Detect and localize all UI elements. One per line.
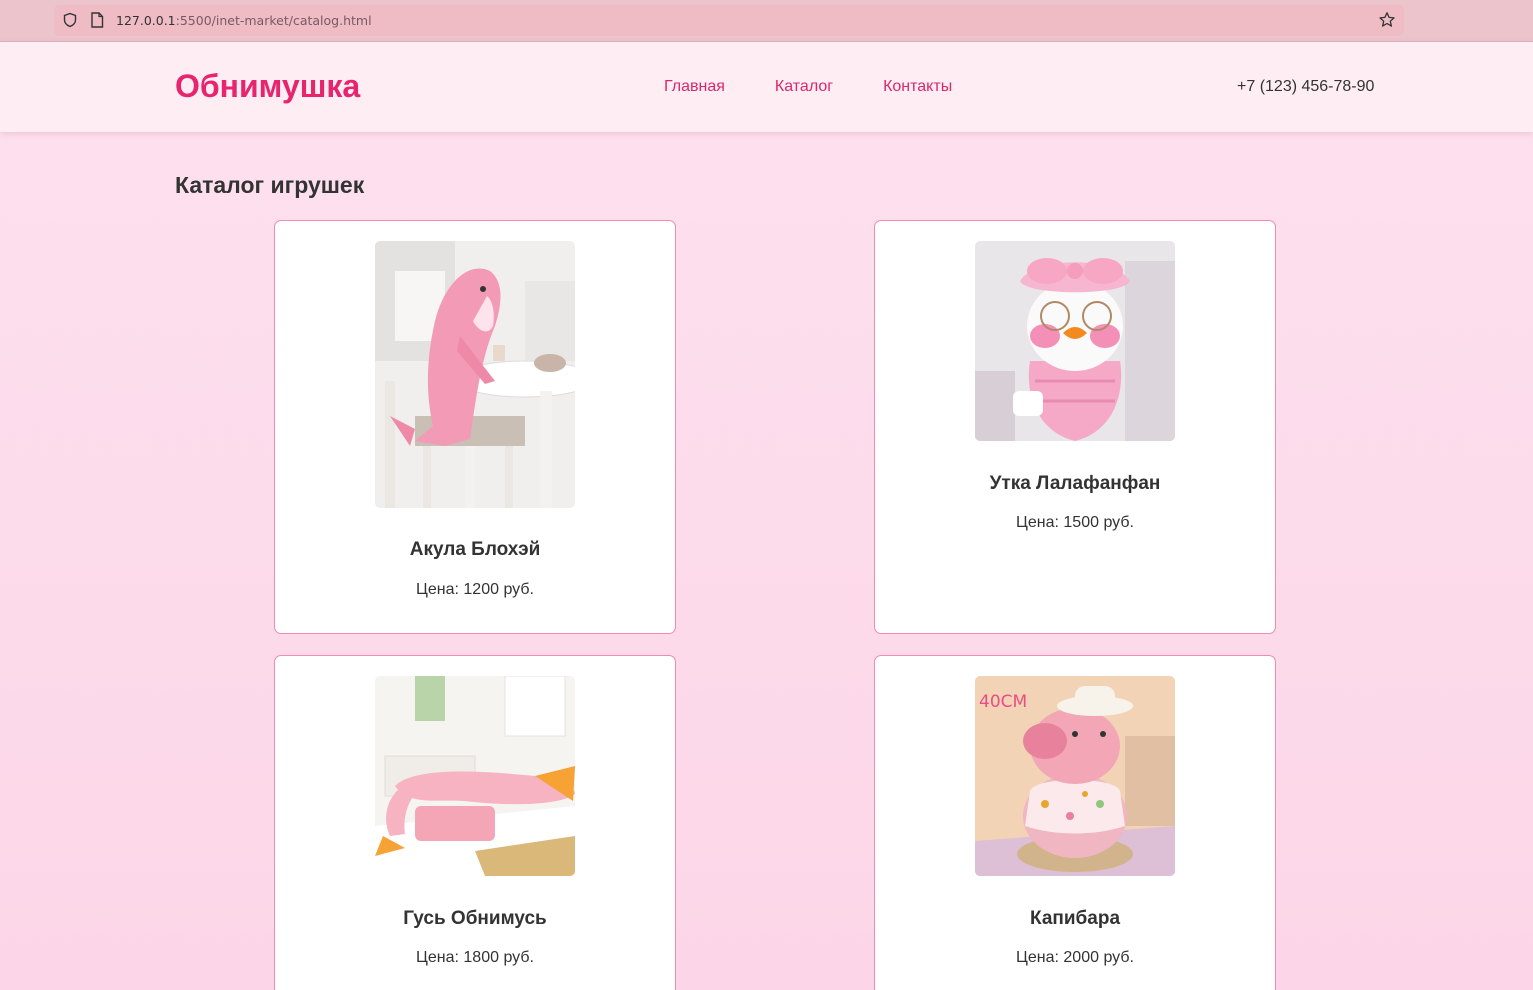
- page-icon: [91, 12, 104, 28]
- browser-toolbar: 127.0.0.1:5500/inet-market/catalog.html: [0, 0, 1533, 42]
- product-name[interactable]: Утка Лалафанфан: [875, 473, 1275, 495]
- product-image-duck[interactable]: [975, 241, 1175, 441]
- product-card-shark[interactable]: Акула Блохэй Цена: 1200 руб.: [274, 220, 676, 634]
- nav-link-contacts[interactable]: Контакты: [883, 78, 952, 96]
- product-name[interactable]: Капибара: [875, 908, 1275, 930]
- product-price: Цена: 2000 руб.: [1016, 949, 1134, 966]
- product-name[interactable]: Гусь Обнимусь: [275, 908, 675, 930]
- shield-icon[interactable]: [62, 12, 78, 28]
- phone-number: +7 (123) 456-78-90: [1237, 78, 1375, 95]
- url-host: 127.0.0.1: [116, 13, 176, 28]
- address-bar[interactable]: 127.0.0.1:5500/inet-market/catalog.html: [54, 5, 1404, 36]
- url-text[interactable]: 127.0.0.1:5500/inet-market/catalog.html: [116, 13, 372, 28]
- site-logo[interactable]: Обнимушка: [175, 68, 360, 105]
- size-label: 40CM: [979, 692, 1027, 712]
- site-header: Обнимушка Главная Каталог Контакты +7 (1…: [0, 42, 1533, 132]
- url-path: :5500/inet-market/catalog.html: [175, 13, 372, 28]
- product-card-capybara[interactable]: 40CM Капибара Цена: 2000 руб.: [874, 655, 1276, 990]
- product-price: Цена: 1800 руб.: [416, 949, 534, 966]
- product-image-goose[interactable]: [375, 676, 575, 876]
- bookmark-star-icon[interactable]: [1378, 11, 1396, 29]
- nav-link-catalog[interactable]: Каталог: [775, 78, 833, 96]
- main-nav: Главная Каталог Контакты: [664, 78, 1002, 96]
- product-card-goose[interactable]: Гусь Обнимусь Цена: 1800 руб.: [274, 655, 676, 990]
- product-price: Цена: 1200 руб.: [416, 581, 534, 598]
- product-card-duck[interactable]: Утка Лалафанфан Цена: 1500 руб.: [874, 220, 1276, 634]
- product-image-shark[interactable]: [375, 241, 575, 508]
- product-price: Цена: 1500 руб.: [1016, 514, 1134, 531]
- page-title: Каталог игрушек: [175, 172, 365, 198]
- product-image-capybara[interactable]: 40CM: [975, 676, 1175, 876]
- product-name[interactable]: Акула Блохэй: [275, 539, 675, 561]
- nav-link-home[interactable]: Главная: [664, 78, 725, 96]
